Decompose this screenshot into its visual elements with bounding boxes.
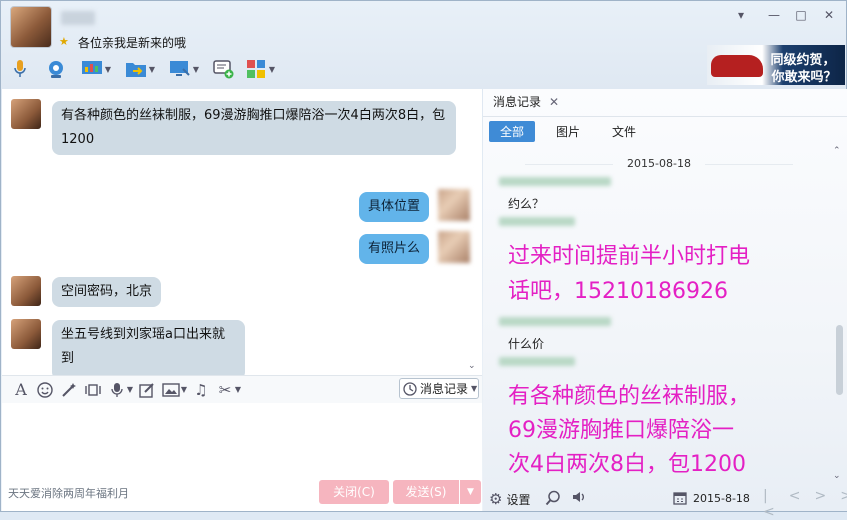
chat-message-incoming: 空间密码，北京: [52, 277, 162, 307]
discussion-group-button[interactable]: [213, 57, 235, 81]
chevron-down-icon: ▼: [471, 384, 478, 393]
self-avatar[interactable]: [438, 189, 470, 221]
ad-banner[interactable]: 同级约贺， 你敢来吗？: [707, 45, 845, 85]
calendar-icon: [673, 492, 687, 505]
message-log-button[interactable]: 消息记录 ▼: [399, 378, 479, 399]
log-message: 什么价: [508, 337, 545, 351]
log-message-line: 有各种颜色的丝袜制服，: [508, 384, 751, 409]
tab-label: 消息记录: [493, 95, 542, 109]
ad-line-2: 你敢来吗？: [771, 70, 837, 85]
contact-avatar[interactable]: [10, 6, 52, 48]
chat-window: ★ 各位亲我是新来的哦 ▾ — □ ✕ 同级约贺， 你敢来吗？ ▼ ▼ ▼ ▼ …: [0, 0, 847, 520]
minimize-button[interactable]: —: [765, 7, 783, 23]
settings-button[interactable]: ⚙ 设置: [489, 490, 530, 508]
edit-note-icon[interactable]: [135, 379, 159, 401]
log-message-line: 次4白两次8白，包1200: [508, 452, 746, 477]
contact-name-blurred: [61, 11, 95, 25]
close-button[interactable]: 关闭(C): [319, 480, 389, 504]
promo-link[interactable]: 天天爱消除两周年福利月: [8, 485, 129, 501]
first-page-button[interactable]: |<: [763, 488, 775, 520]
send-button[interactable]: 发送(S) ▼: [393, 480, 481, 504]
screen-share-button[interactable]: ▼: [169, 57, 201, 81]
log-message-line: 69漫游胸推口爆陪浴一: [508, 418, 734, 443]
remote-assist-button[interactable]: ▼: [81, 57, 113, 81]
sender-name-blurred: [499, 177, 611, 186]
scroll-down-icon[interactable]: ⌄: [468, 361, 476, 371]
shake-window-icon[interactable]: [81, 379, 105, 401]
log-message-line: 过来时间提前半小时打电: [508, 244, 751, 269]
log-message-line: 话吧，15210186926: [508, 279, 728, 304]
next-page-button[interactable]: >: [814, 488, 826, 520]
contact-signature: 各位亲我是新来的哦: [78, 36, 187, 50]
send-file-button[interactable]: ▼: [125, 57, 157, 81]
tab-message-log[interactable]: 消息记录 ✕: [493, 93, 559, 110]
footer-date: 2015-8-18: [693, 491, 750, 505]
car-image: [711, 55, 763, 77]
gear-icon: ⚙: [489, 490, 503, 508]
message-log-panel: 消息记录 ✕ 全部 图片 文件 ⌃ 2015-08-18 约么？ 过来时间提前半…: [483, 89, 847, 520]
chat-message-incoming: 坐五号线到刘家瑶a口出来就到: [52, 320, 245, 375]
maximize-button[interactable]: □: [792, 7, 810, 23]
date-picker[interactable]: 2015-8-18: [673, 491, 750, 505]
close-window-button[interactable]: ✕: [820, 7, 838, 23]
scrollbar-thumb[interactable]: [836, 325, 843, 395]
chat-message-outgoing: 有照片么: [359, 234, 430, 264]
presentation-icon: [82, 61, 102, 74]
chat-message-incoming: 有各种颜色的丝袜制服，69漫游胸推口爆陪浴一次4白两次8白，包1200: [52, 101, 456, 155]
filter-all[interactable]: 全部: [489, 121, 536, 142]
chat-history-panel[interactable]: 有各种颜色的丝袜制服，69漫游胸推口爆陪浴一次4白两次8白，包1200 具体位置…: [2, 89, 482, 375]
video-call-button[interactable]: [35, 57, 67, 81]
screen-share-icon: [170, 61, 190, 76]
music-note-icon[interactable]: ♫: [189, 379, 213, 401]
sender-name-blurred: [499, 317, 611, 326]
log-pagination: |< < > >|: [763, 488, 847, 520]
sender-name-blurred: [499, 357, 575, 366]
close-tab-icon[interactable]: ✕: [549, 95, 559, 109]
date-label: 2015-08-18: [627, 157, 691, 170]
chevron-down-icon[interactable]: ▼: [147, 65, 157, 74]
search-icon[interactable]: [545, 490, 561, 510]
star-icon: ★: [59, 35, 69, 48]
filter-tabs: 全部 图片 文件: [489, 121, 647, 142]
menu-dropdown-button[interactable]: ▾: [732, 7, 750, 23]
clock-icon: [403, 381, 417, 396]
magic-wand-icon[interactable]: [57, 379, 81, 401]
log-message: 约么？: [508, 197, 545, 211]
microphone-icon: [14, 60, 26, 77]
font-icon[interactable]: A: [9, 379, 33, 401]
apps-grid-icon: [247, 60, 265, 78]
speaker-icon[interactable]: [571, 489, 587, 509]
chevron-down-icon[interactable]: ▼: [267, 65, 277, 74]
scroll-up-icon[interactable]: ⌃: [833, 146, 841, 156]
date-separator: 2015-08-18: [483, 157, 835, 170]
chevron-down-icon[interactable]: ▼: [125, 385, 135, 394]
sender-name-blurred: [499, 217, 575, 226]
emoji-icon[interactable]: [33, 379, 57, 401]
divider: [483, 116, 847, 117]
filter-images[interactable]: 图片: [545, 121, 591, 142]
webcam-icon: [49, 61, 63, 78]
voice-call-button[interactable]: [9, 57, 31, 81]
message-log-label: 消息记录: [420, 382, 469, 396]
chevron-down-icon[interactable]: ▼: [103, 65, 113, 74]
sender-avatar[interactable]: [11, 319, 41, 349]
contact-toolbar: ▼ ▼ ▼ ▼: [9, 56, 277, 82]
chevron-down-icon[interactable]: ▼: [233, 385, 243, 394]
chat-message-outgoing: 具体位置: [359, 192, 430, 222]
apps-button[interactable]: ▼: [245, 57, 277, 81]
chevron-down-icon[interactable]: ▼: [179, 385, 189, 394]
scroll-down-icon[interactable]: ⌄: [833, 471, 841, 481]
chevron-down-icon[interactable]: ▼: [191, 65, 201, 74]
chat-add-icon: [213, 60, 234, 79]
self-avatar[interactable]: [438, 231, 470, 263]
sender-avatar[interactable]: [11, 276, 41, 306]
sender-avatar[interactable]: [11, 99, 41, 129]
send-options-chevron-icon[interactable]: ▼: [459, 480, 481, 504]
folder-arrow-icon: [126, 63, 146, 77]
filter-files[interactable]: 文件: [601, 121, 647, 142]
last-page-button[interactable]: >|: [840, 488, 847, 520]
send-label: 发送(S): [405, 485, 447, 499]
prev-page-button[interactable]: <: [789, 488, 801, 520]
settings-label: 设置: [506, 492, 531, 507]
